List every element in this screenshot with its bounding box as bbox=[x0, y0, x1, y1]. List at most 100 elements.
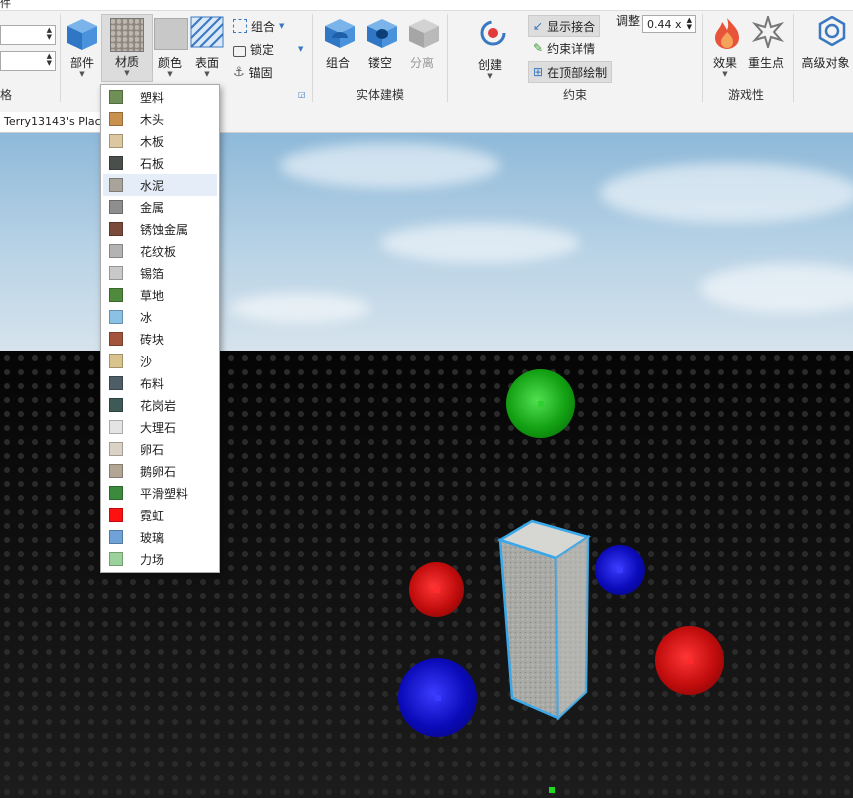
lock-icon bbox=[233, 45, 246, 57]
spinner-icon[interactable]: ▲ ▼ bbox=[47, 27, 52, 41]
red-sphere-right[interactable] bbox=[655, 626, 724, 695]
material-item[interactable]: 卵石 bbox=[103, 438, 217, 460]
material-swatch-icon bbox=[109, 266, 123, 280]
fire-icon bbox=[715, 18, 739, 49]
material-swatch-icon bbox=[109, 200, 123, 214]
material-swatch-icon bbox=[109, 354, 123, 368]
material-item-label: 力场 bbox=[140, 552, 165, 567]
group-button[interactable]: 组合 ▼ bbox=[233, 16, 284, 36]
spinner-icon[interactable]: ▲ ▼ bbox=[687, 17, 692, 31]
material-item-label: 锡箔 bbox=[140, 266, 165, 281]
spawn-point-label: 重生点 bbox=[747, 56, 784, 70]
material-item[interactable]: 塑料 bbox=[103, 86, 217, 108]
sphere-pivot bbox=[617, 567, 623, 573]
material-item[interactable]: 霓虹 bbox=[103, 504, 217, 526]
material-swatch-icon bbox=[109, 310, 123, 324]
separate-button[interactable]: 分离 bbox=[402, 16, 442, 78]
material-item[interactable]: 金属 bbox=[103, 196, 217, 218]
material-button[interactable]: 材质 ▼ bbox=[101, 14, 153, 82]
material-item-label: 玻璃 bbox=[140, 530, 165, 545]
chevron-down-icon[interactable]: ▼ bbox=[279, 22, 284, 30]
material-item[interactable]: 锡箔 bbox=[103, 262, 217, 284]
material-swatch-icon bbox=[109, 156, 123, 170]
dialog-launcher-icon[interactable]: ◲ bbox=[298, 90, 306, 99]
scale-value: 0.44 x bbox=[647, 18, 682, 31]
material-item[interactable]: 平滑塑料 bbox=[103, 482, 217, 504]
surface-button[interactable]: 表面 ▼ bbox=[189, 16, 225, 78]
material-swatch-icon bbox=[109, 332, 123, 346]
material-item-label: 花纹板 bbox=[140, 244, 177, 259]
anchor-button[interactable]: ⚓ 锚固 bbox=[233, 62, 273, 82]
create-button[interactable]: 创建 ▼ bbox=[470, 18, 510, 80]
material-item[interactable]: 力场 bbox=[103, 548, 217, 570]
sphere-pivot bbox=[433, 586, 440, 593]
rotate-increment-input[interactable]: ▲ ▼ bbox=[0, 51, 56, 71]
spawn-point-button[interactable]: 重生点 bbox=[746, 13, 786, 80]
material-dropdown-menu[interactable]: 塑料木头木板 石板 水泥 金属 锈蚀金属花纹板锡箔草地冰砖块沙布料花岗岩大理石卵石 鹅卵石… bbox=[100, 84, 220, 573]
menu-strip: 件 bbox=[0, 0, 853, 11]
chevron-down-icon: ▼ bbox=[124, 69, 130, 77]
chevron-down-icon: ▼ bbox=[79, 70, 85, 78]
draw-on-top-icon: ⊞ bbox=[533, 65, 544, 79]
material-item-label: 霓虹 bbox=[140, 508, 165, 523]
material-swatch-icon bbox=[109, 134, 123, 148]
chevron-down-icon[interactable]: ▼ bbox=[298, 45, 303, 53]
move-increment-input[interactable]: ▲ ▼ bbox=[0, 25, 56, 45]
material-item-label: 草地 bbox=[140, 288, 165, 303]
scale-input[interactable]: 0.44 x ▲ ▼ bbox=[642, 15, 696, 33]
material-item-label: 沙 bbox=[140, 354, 153, 369]
material-item[interactable]: 砖块 bbox=[103, 328, 217, 350]
sphere-pivot bbox=[537, 400, 544, 407]
material-item-label: 冰 bbox=[140, 310, 153, 325]
negate-button[interactable]: 镂空 bbox=[360, 16, 400, 78]
effects-button[interactable]: 效果 ▼ bbox=[706, 16, 744, 80]
material-swatch-icon bbox=[109, 464, 123, 478]
material-item[interactable]: 布料 bbox=[103, 372, 217, 394]
draw-on-top-toggle[interactable]: ⊞ 在顶部绘制 bbox=[528, 61, 613, 83]
material-item[interactable]: 沙 bbox=[103, 350, 217, 372]
show-welds-toggle[interactable]: ↙ 显示接合 bbox=[528, 15, 601, 37]
lock-button[interactable]: 锁定 bbox=[233, 39, 274, 59]
color-button[interactable]: 颜色 ▼ bbox=[152, 16, 188, 78]
material-item[interactable]: 鹅卵石 bbox=[103, 460, 217, 482]
group-divider bbox=[60, 14, 61, 102]
create-label: 创建 bbox=[477, 58, 502, 72]
union-label: 组合 bbox=[325, 56, 350, 70]
union-button[interactable]: 组合 bbox=[318, 16, 358, 78]
material-item[interactable]: 花岗岩 bbox=[103, 394, 217, 416]
sphere-pivot bbox=[434, 694, 441, 701]
material-item[interactable]: 水泥 bbox=[103, 174, 217, 196]
material-item-label: 大理石 bbox=[140, 420, 177, 435]
blue-sphere-large[interactable] bbox=[398, 658, 477, 737]
advanced-objects-button[interactable]: 高级对象 bbox=[798, 15, 853, 78]
material-swatch-icon bbox=[109, 288, 123, 302]
part-button[interactable]: 部件 ▼ bbox=[64, 16, 100, 78]
material-item-label: 布料 bbox=[140, 376, 165, 391]
green-sphere[interactable] bbox=[506, 369, 575, 438]
constraint-details-label: 约束详情 bbox=[547, 41, 596, 56]
red-sphere-left[interactable] bbox=[409, 562, 464, 617]
menu-item-fragment[interactable]: 件 bbox=[0, 0, 11, 11]
color-label: 颜色 bbox=[157, 56, 182, 70]
material-swatch-icon bbox=[109, 112, 123, 126]
material-item[interactable]: 木头 bbox=[103, 108, 217, 130]
spinner-icon[interactable]: ▲ ▼ bbox=[47, 53, 52, 67]
material-item-label: 木头 bbox=[140, 112, 165, 127]
material-swatch-icon bbox=[109, 90, 123, 104]
material-item[interactable]: 木板 bbox=[103, 130, 217, 152]
selected-concrete-block[interactable] bbox=[494, 516, 594, 722]
part-label: 部件 bbox=[69, 56, 94, 70]
material-item[interactable]: 花纹板 bbox=[103, 240, 217, 262]
place-tab[interactable]: Terry13143's Place bbox=[0, 112, 113, 132]
material-item[interactable]: 大理石 bbox=[103, 416, 217, 438]
material-swatch-icon bbox=[109, 244, 123, 258]
material-item[interactable]: 冰 bbox=[103, 306, 217, 328]
material-item[interactable]: 草地 bbox=[103, 284, 217, 306]
material-item[interactable]: 石板 bbox=[103, 152, 217, 174]
blue-sphere-small[interactable] bbox=[595, 545, 645, 595]
constraint-details-toggle[interactable]: ✎ 约束详情 bbox=[533, 38, 595, 58]
grid-group-label: 格 bbox=[0, 88, 13, 102]
material-item[interactable]: 锈蚀金属 bbox=[103, 218, 217, 240]
union-icon bbox=[324, 19, 355, 48]
material-item[interactable]: 玻璃 bbox=[103, 526, 217, 548]
